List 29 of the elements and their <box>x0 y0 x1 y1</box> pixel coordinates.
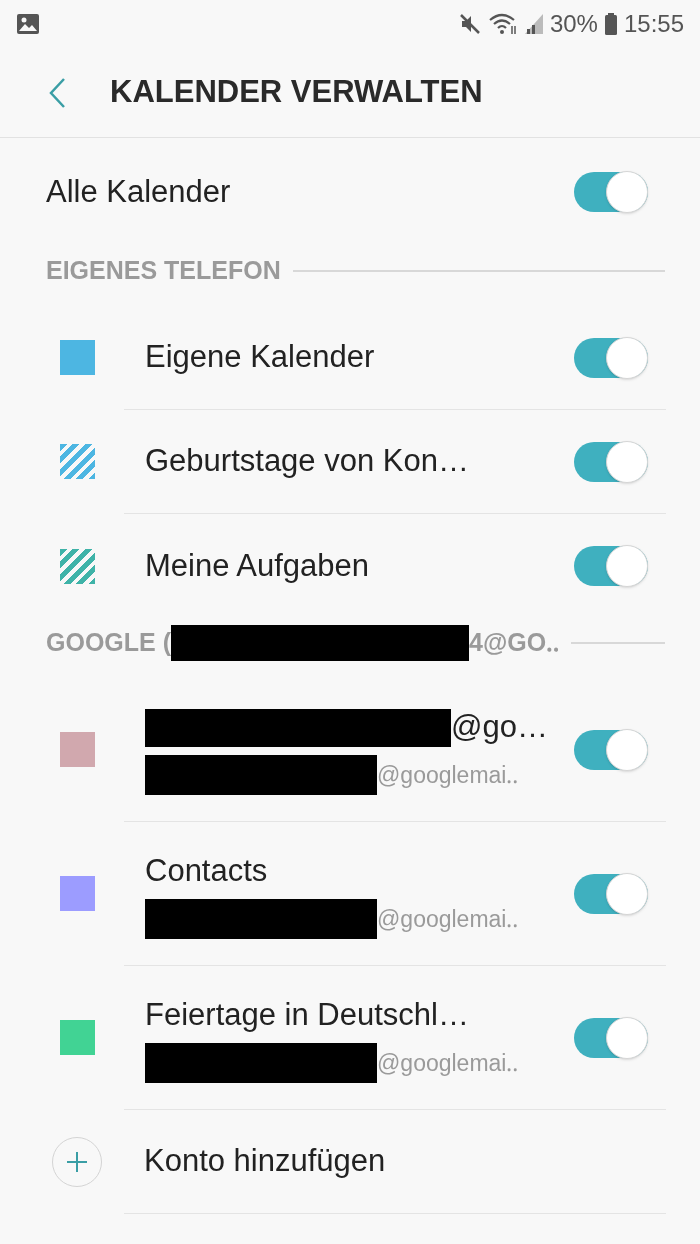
section-header: GOOGLE ( <box>46 627 171 659</box>
calendar-name: Feiertage in Deutschl… <box>145 996 469 1035</box>
add-account-link[interactable]: Konto hinzufügen <box>144 1138 386 1185</box>
calendar-name: Geburtstage von Kon… <box>145 442 469 481</box>
battery-icon <box>603 12 618 36</box>
calendar-name: Contacts <box>145 852 268 891</box>
wifi-icon <box>487 12 518 36</box>
mute-icon <box>457 12 482 36</box>
toggle-switch[interactable] <box>574 337 648 378</box>
account-email: @googlemai‥ <box>377 904 519 934</box>
toggle-switch[interactable] <box>574 441 648 482</box>
account-email: @googlemai‥ <box>377 1048 519 1078</box>
image-icon <box>16 13 40 35</box>
toggle-switch[interactable] <box>574 1017 648 1058</box>
signal-icon <box>523 12 544 36</box>
calendar-name: @go… <box>451 708 548 747</box>
toggle-switch[interactable] <box>574 729 648 770</box>
toggle-switch[interactable] <box>574 873 648 914</box>
toggle-switch[interactable] <box>574 546 648 586</box>
calendar-name: Meine Aufgaben <box>145 546 370 585</box>
battery-percentage: 30% <box>549 9 598 39</box>
page-title: KALENDER VERWALTEN <box>110 73 483 112</box>
section-header: EIGENES TELEFON <box>46 255 281 287</box>
account-email: @googlemai‥ <box>377 760 519 790</box>
clock: 15:55 <box>623 9 684 39</box>
all-calendars-label: Alle Kalender <box>46 172 232 211</box>
calendar-name: Eigene Kalender <box>145 338 375 377</box>
section-header-suffix: 4@GO‥ <box>469 627 560 659</box>
toggle-switch[interactable] <box>574 172 648 212</box>
